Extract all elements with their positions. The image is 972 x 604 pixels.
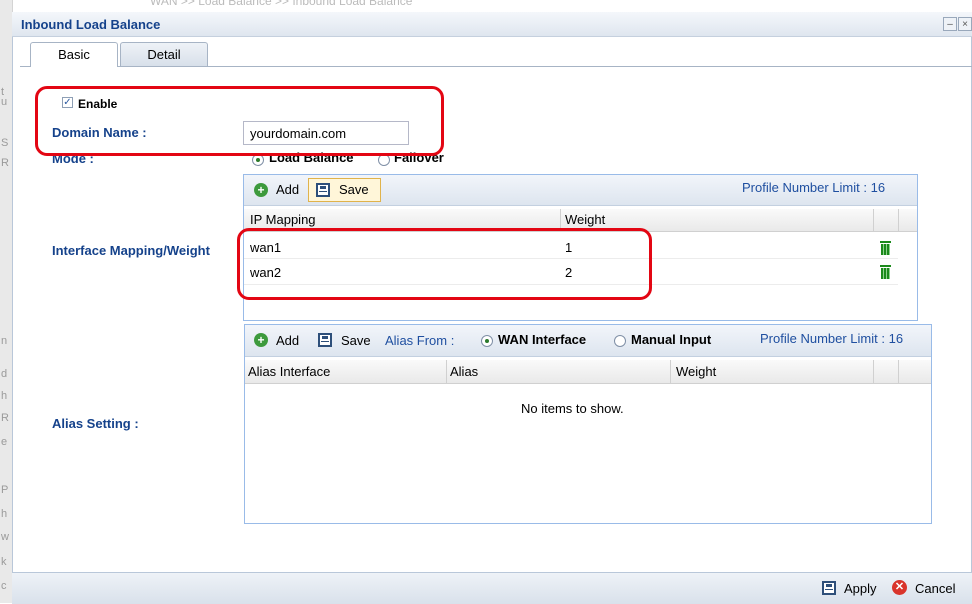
- bg-letter: e: [1, 436, 8, 448]
- add-icon: +: [251, 181, 268, 197]
- wan-interface-label[interactable]: WAN Interface: [498, 332, 586, 347]
- bg-letter: R: [1, 412, 9, 424]
- close-icon[interactable]: ×: [958, 17, 972, 31]
- highlight-enable-domain: [35, 86, 444, 156]
- mapping-save-label: Save: [339, 182, 369, 197]
- column-separator: [446, 360, 447, 383]
- add-icon: +: [251, 331, 268, 347]
- cancel-icon: ✕: [892, 580, 907, 595]
- empty-grid-message: No items to show.: [521, 401, 624, 416]
- bg-letter: w: [1, 531, 9, 543]
- save-icon: [318, 333, 332, 347]
- bg-letter: S: [1, 137, 9, 149]
- column-header-alias-interface[interactable]: Alias Interface: [248, 364, 330, 379]
- alias-setting-label: Alias Setting :: [52, 416, 139, 431]
- alias-save-button[interactable]: Save: [341, 333, 371, 348]
- dialog-title: Inbound Load Balance: [21, 17, 161, 32]
- bg-letter: P: [1, 484, 9, 496]
- alias-add-button[interactable]: Add: [276, 333, 299, 348]
- column-header-alias-weight[interactable]: Weight: [676, 364, 716, 379]
- bg-letter: R: [1, 157, 9, 169]
- column-header-weight[interactable]: Weight: [565, 212, 605, 227]
- bg-letter: u: [1, 96, 8, 108]
- save-icon: [316, 183, 330, 197]
- bg-letter: c: [1, 580, 7, 592]
- mapping-profile-limit: Profile Number Limit : 16: [742, 180, 886, 195]
- column-separator: [670, 360, 671, 383]
- manual-input-label[interactable]: Manual Input: [631, 332, 711, 347]
- dialog-titlebar[interactable]: Inbound Load Balance – ×: [12, 12, 972, 37]
- wan-interface-radio[interactable]: [481, 335, 493, 347]
- minimize-icon[interactable]: –: [943, 17, 957, 31]
- alias-from-label: Alias From :: [385, 333, 455, 348]
- column-header-ip-mapping[interactable]: IP Mapping: [250, 212, 316, 227]
- manual-input-radio[interactable]: [614, 335, 626, 347]
- apply-icon: [822, 581, 836, 595]
- bg-letter: k: [1, 556, 7, 568]
- tab-divider: [20, 66, 972, 67]
- alias-profile-limit: Profile Number Limit : 16: [760, 331, 904, 346]
- bg-letter: h: [1, 390, 8, 402]
- column-separator: [873, 360, 874, 383]
- column-header-alias[interactable]: Alias: [450, 364, 478, 379]
- cancel-button[interactable]: Cancel: [915, 581, 955, 596]
- highlight-mapping-rows: [237, 228, 652, 300]
- alias-grid-header: [245, 360, 931, 384]
- column-separator: [898, 209, 899, 231]
- bg-letter: n: [1, 335, 8, 347]
- bg-letter: d: [1, 368, 8, 380]
- tab-basic[interactable]: Basic: [30, 42, 118, 67]
- bg-letter: h: [1, 508, 8, 520]
- interface-mapping-label: Interface Mapping/Weight: [52, 243, 210, 258]
- delete-trash-icon[interactable]: [880, 241, 891, 255]
- delete-trash-icon[interactable]: [880, 265, 891, 279]
- tab-detail[interactable]: Detail: [120, 42, 208, 66]
- column-separator: [898, 360, 899, 383]
- mapping-add-button[interactable]: Add: [276, 182, 299, 197]
- apply-button[interactable]: Apply: [844, 581, 877, 596]
- background-breadcrumb: WAN >> Load Balance >> Inbound Load Bala…: [150, 0, 413, 8]
- column-separator: [873, 209, 874, 231]
